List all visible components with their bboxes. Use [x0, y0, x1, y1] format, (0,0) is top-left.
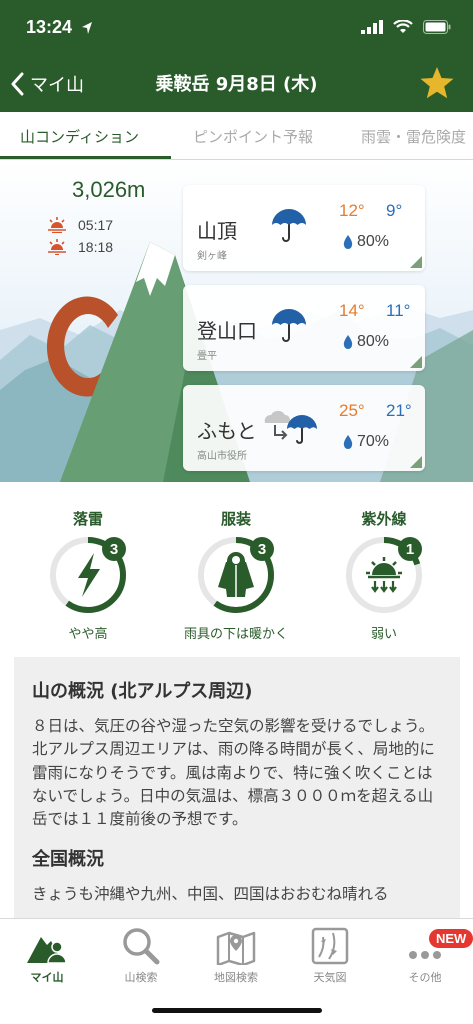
- forecast-card-summit[interactable]: 山頂 剣ヶ峰 12° 9° 80%: [183, 185, 425, 271]
- raincoat-icon: [218, 552, 254, 597]
- forecast-low: 21°: [386, 401, 412, 420]
- forecast-location-name: 登山口: [197, 319, 257, 343]
- forecast-low: 9°: [386, 201, 403, 220]
- precip-value: 80%: [357, 233, 390, 250]
- lightning-gauge: 3: [48, 535, 128, 615]
- umbrella-icon: [272, 209, 306, 242]
- precip-value: 70%: [357, 433, 390, 450]
- precip-row: 80%: [343, 333, 389, 351]
- status-bar: 13:24: [0, 0, 473, 56]
- indicator-uv[interactable]: 紫外線 1 弱い: [309, 508, 459, 642]
- forecast-high: 12°: [339, 201, 365, 220]
- raindrop-icon: [343, 335, 353, 349]
- forecast-location-sub: 剣ヶ峰: [197, 251, 227, 262]
- nav-label: 地図検索: [214, 971, 258, 984]
- home-indicator: [152, 1008, 322, 1013]
- nav-label: 山検索: [124, 971, 158, 984]
- signal-icon: [361, 20, 383, 34]
- forecast-card-trailhead[interactable]: 登山口 畳平 14° 11° 80%: [183, 285, 425, 371]
- nav-bar: マイ山 乗鞍岳 9月8日 (木): [0, 56, 473, 112]
- nav-label: マイ山: [30, 971, 64, 984]
- clothing-gauge: 3: [196, 535, 276, 615]
- card-corner-marker: [410, 256, 422, 268]
- star-icon: [420, 67, 454, 99]
- tab-bar: 山コンディション ピンポイント予報 雨雲・雷危険度: [0, 112, 473, 160]
- overview-body: ８日は、気圧の谷や湿った空気の影響を受けるでしょう。北アルプス周辺エリアは、雨の…: [32, 717, 435, 828]
- mountain-scene: 3,026m 05:17 18:18 山頂 剣ヶ峰 12° 9° 80% 登山口…: [0, 160, 473, 482]
- indicator-desc: 弱い: [370, 627, 397, 642]
- sunrise-time: 05:17: [78, 217, 114, 233]
- precip-row: 70%: [343, 433, 389, 451]
- forecast-location-name: 山頂: [197, 219, 237, 243]
- uv-gauge: 1: [344, 535, 424, 615]
- card-corner-marker: [410, 456, 422, 468]
- status-time: 13:24: [26, 17, 73, 37]
- tab-rain-thunder-risk[interactable]: 雨雲・雷危険度: [361, 126, 466, 147]
- nav-label: 天気図: [313, 971, 347, 984]
- indicator-desc: 雨具の下は暖かく: [183, 627, 288, 642]
- map-icon: [216, 931, 256, 965]
- national-overview-title: 全国概況: [32, 849, 104, 871]
- nav-my-mountain[interactable]: マイ山: [0, 925, 94, 985]
- uv-icon: [366, 557, 402, 593]
- weather-map-icon: [311, 927, 349, 965]
- new-badge: NEW: [429, 929, 473, 948]
- indicator-desc: やや高: [68, 627, 108, 642]
- forecast-high: 25°: [339, 401, 365, 420]
- indicator-label: 落雷: [72, 510, 103, 528]
- umbrella-icon: [272, 309, 306, 342]
- gauge-ring: 3: [198, 537, 274, 613]
- app-header: 13:24 マイ山 乗鞍岳 9月8日 (木): [0, 0, 473, 112]
- battery-icon: [423, 20, 451, 34]
- more-icon: [409, 951, 441, 959]
- favorite-button[interactable]: [419, 66, 455, 104]
- forecast-location-name: ふもと: [197, 419, 257, 443]
- cloud-to-rain-icon: [264, 410, 317, 444]
- overview-title: 山の概況 (北アルプス周辺): [32, 681, 253, 702]
- search-icon: [123, 928, 160, 965]
- level-badge: 3: [110, 541, 118, 558]
- mountain-overview: 山の概況 (北アルプス周辺) ８日は、気圧の谷や湿った空気の影響を受けるでしょう…: [14, 657, 460, 937]
- precip-row: 80%: [343, 233, 389, 251]
- sunrise-icon: [48, 217, 66, 233]
- raindrop-icon: [343, 435, 353, 449]
- national-overview-body: きょうも沖縄や九州、中国、四国はおおむね晴れる: [32, 885, 389, 904]
- forecast-card-foot[interactable]: ふもと 高山市役所 25° 21° 70%: [183, 385, 425, 471]
- tab-pinpoint-forecast[interactable]: ピンポイント予報: [193, 126, 313, 147]
- forecast-low: 11°: [386, 301, 411, 320]
- gauge-ring: 3: [50, 537, 126, 613]
- forecast-location-sub: 高山市役所: [197, 451, 247, 462]
- indicator-lightning[interactable]: 落雷 3 やや高: [13, 508, 163, 642]
- nav-weather-map[interactable]: 天気図: [283, 925, 377, 985]
- gauge-ring: 1: [346, 537, 422, 613]
- lightning-icon: [78, 553, 100, 597]
- level-badge: 3: [258, 541, 266, 558]
- wifi-icon: [393, 20, 413, 33]
- nav-more[interactable]: その他 NEW: [378, 925, 473, 985]
- forecast-high: 14°: [339, 301, 365, 320]
- raindrop-icon: [343, 235, 353, 249]
- forecast-location-sub: 畳平: [197, 351, 217, 362]
- nav-map-search[interactable]: 地図検索: [189, 925, 283, 985]
- page-title: 乗鞍岳 9月8日 (木): [155, 74, 318, 95]
- nav-mountain-search[interactable]: 山検索: [94, 925, 188, 985]
- indicator-label: 服装: [220, 510, 251, 528]
- mountain-altitude: 3,026m: [72, 177, 146, 202]
- sunrise-row: 05:17: [48, 217, 113, 233]
- level-badge: 1: [406, 541, 414, 558]
- my-mountain-icon: [27, 937, 67, 964]
- sunset-row: 18:18: [48, 239, 113, 255]
- sunset-time: 18:18: [78, 239, 114, 255]
- indicator-clothing[interactable]: 服装 3 雨具の下は暖かく: [161, 508, 311, 642]
- active-tab-indicator: [0, 156, 171, 159]
- location-arrow-icon: [82, 22, 92, 34]
- precip-value: 80%: [357, 333, 390, 350]
- status-icons: [361, 20, 451, 34]
- sunset-icon: [48, 239, 66, 255]
- nav-label: その他: [408, 971, 442, 984]
- tab-mountain-condition[interactable]: 山コンディション: [20, 126, 139, 147]
- card-corner-marker: [410, 356, 422, 368]
- indicator-label: 紫外線: [361, 510, 407, 528]
